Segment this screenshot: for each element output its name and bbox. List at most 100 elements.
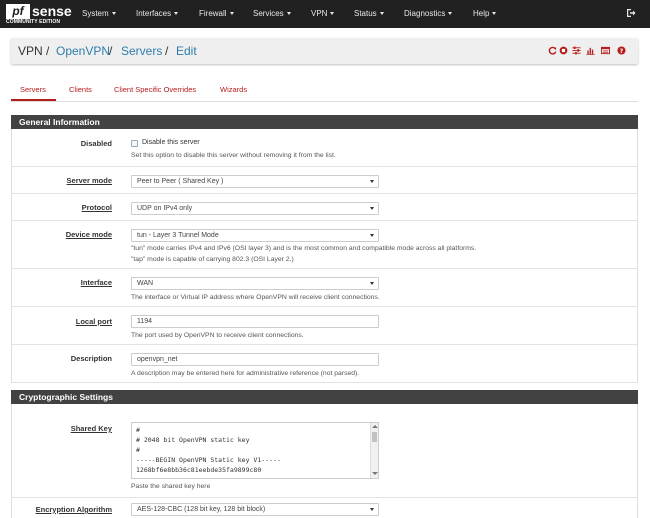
chevron-down-icon [330,12,335,16]
server-mode-select[interactable]: Peer to Peer ( Shared Key ) [131,175,379,188]
chevron-down-icon [370,234,374,237]
local-port-row: Local port 1194 The port used by OpenVPN… [11,307,638,345]
local-port-help: The port used by OpenVPN to receive clie… [131,332,304,339]
device-mode-value: tun - Layer 3 Tunnel Mode [137,232,219,239]
nav-status[interactable]: Status [354,9,384,18]
nav-system[interactable]: System [82,9,116,18]
device-mode-row: Device mode tun - Layer 3 Tunnel Mode "t… [11,221,638,269]
nav-help[interactable]: Help [473,9,497,18]
server-mode-label: Server mode [66,176,112,185]
general-information-heading: General Information [11,115,638,129]
chevron-down-icon [370,207,374,210]
interface-label: Interface [80,278,112,287]
disabled-label: Disabled [80,139,112,148]
logo-sense: sense [32,3,72,19]
chevron-down-icon [286,12,291,16]
shared-key-row: Shared Key # # 2048 bit OpenVPN static k… [11,416,638,498]
local-port-value: 1194 [137,318,153,325]
chevron-down-icon [370,180,374,183]
chevron-down-icon [370,282,374,285]
encryption-algorithm-label: Encryption Algorithm [35,505,112,514]
disabled-row: Disabled Disable this server Set this op… [11,129,638,167]
breadcrumb-openvpn[interactable]: OpenVPN [56,44,110,58]
tabs-divider [11,101,638,102]
breadcrumb-servers[interactable]: Servers [121,44,162,58]
description-help: A description may be entered here for ad… [131,370,360,377]
tab-wizards[interactable]: Wizards [220,85,247,94]
encryption-algorithm-value: AES-128-CBC (128 bit key, 128 bit block) [137,506,266,513]
chevron-down-icon [370,508,374,511]
breadcrumb-separator: / [46,44,50,58]
tab-servers[interactable]: Servers [20,85,46,94]
description-value: openvpn_net [137,356,178,363]
protocol-select[interactable]: UDP on IPv4 only [131,202,379,215]
interface-help: The interface or Virtual IP address wher… [131,294,380,301]
tab-clients[interactable]: Clients [69,85,92,94]
logout-icon[interactable] [626,8,636,18]
scroll-up-icon[interactable] [372,425,378,428]
help-icon[interactable]: ? [617,46,626,55]
logo-pf: pf [6,4,30,19]
scroll-down-icon[interactable] [372,472,378,475]
shared-key-line: # [136,426,140,434]
disabled-help: Set this option to disable this server w… [131,152,336,159]
chevron-down-icon [379,12,384,16]
device-mode-select[interactable]: tun - Layer 3 Tunnel Mode [131,229,379,242]
shared-key-line: # 2048 bit OpenVPN static key [136,436,250,444]
breadcrumb: VPN / OpenVPN / Servers / Edit ? [11,38,638,64]
nav-services[interactable]: Services [253,9,291,18]
scroll-thumb[interactable] [372,432,377,442]
chevron-down-icon [111,12,116,16]
shared-key-textarea[interactable]: # # 2048 bit OpenVPN static key # -----B… [131,422,379,479]
protocol-label: Protocol [81,203,112,212]
server-mode-value: Peer to Peer ( Shared Key ) [137,178,224,185]
interface-select[interactable]: WAN [131,277,379,290]
tab-client-specific-overrides[interactable]: Client Specific Overrides [114,85,196,94]
shared-key-help: Paste the shared key here [131,483,211,490]
reload-icon[interactable] [548,46,557,55]
chevron-down-icon [229,12,234,16]
nav-vpn[interactable]: VPN [311,9,335,18]
protocol-value: UDP on IPv4 only [137,205,193,212]
shared-key-label: Shared Key [70,424,112,433]
status-chart-icon[interactable] [586,46,595,55]
top-navbar: pf sense COMMUNITY EDITION System Interf… [0,0,650,28]
interface-value: WAN [137,280,154,287]
nav-diagnostics[interactable]: Diagnostics [404,9,453,18]
svg-text:?: ? [620,48,624,55]
device-mode-help-tun: "tun" mode carries IPv4 and IPv6 (OSI la… [131,245,477,252]
breadcrumb-vpn: VPN [18,44,43,58]
cryptographic-settings-heading: Cryptographic Settings [11,390,638,404]
description-input[interactable]: openvpn_net [131,353,379,366]
logo-edition: COMMUNITY EDITION [6,19,61,25]
local-port-label: Local port [75,317,112,326]
shared-key-scrollbar[interactable] [370,423,378,478]
encryption-algorithm-row: Encryption Algorithm AES-128-CBC (128 bi… [11,498,638,518]
stop-service-icon[interactable] [559,46,568,55]
breadcrumb-separator: / [165,44,169,58]
log-icon[interactable] [601,46,610,55]
chevron-down-icon [174,12,179,16]
device-mode-help-tap: "tap" mode is capable of carrying 802.3 … [131,256,294,263]
settings-sliders-icon[interactable] [572,46,581,55]
encryption-algorithm-select[interactable]: AES-128-CBC (128 bit key, 128 bit block) [131,503,379,516]
nav-firewall[interactable]: Firewall [199,9,234,18]
pfsense-logo[interactable]: pf sense COMMUNITY EDITION [6,3,72,26]
chevron-down-icon [492,12,497,16]
local-port-input[interactable]: 1194 [131,315,379,328]
description-row: Description openvpn_net A description ma… [11,345,638,383]
breadcrumb-separator: / [109,44,113,58]
disable-server-checkbox[interactable] [131,140,138,147]
description-label: Description [70,354,112,363]
protocol-row: Protocol UDP on IPv4 only [11,194,638,221]
shared-key-line: -----BEGIN OpenVPN Static key V1----- [136,456,281,464]
disable-server-checkbox-label[interactable]: Disable this server [142,139,200,146]
server-mode-row: Server mode Peer to Peer ( Shared Key ) [11,167,638,194]
shared-key-line: 1268bf6e8bb36c81eebde35fa9899c80 [136,466,262,474]
chevron-down-icon [448,12,453,16]
breadcrumb-edit[interactable]: Edit [176,44,197,58]
device-mode-label: Device mode [65,230,112,239]
shared-key-line: # [136,446,140,454]
interface-row: Interface WAN The interface or Virtual I… [11,269,638,307]
nav-interfaces[interactable]: Interfaces [136,9,179,18]
